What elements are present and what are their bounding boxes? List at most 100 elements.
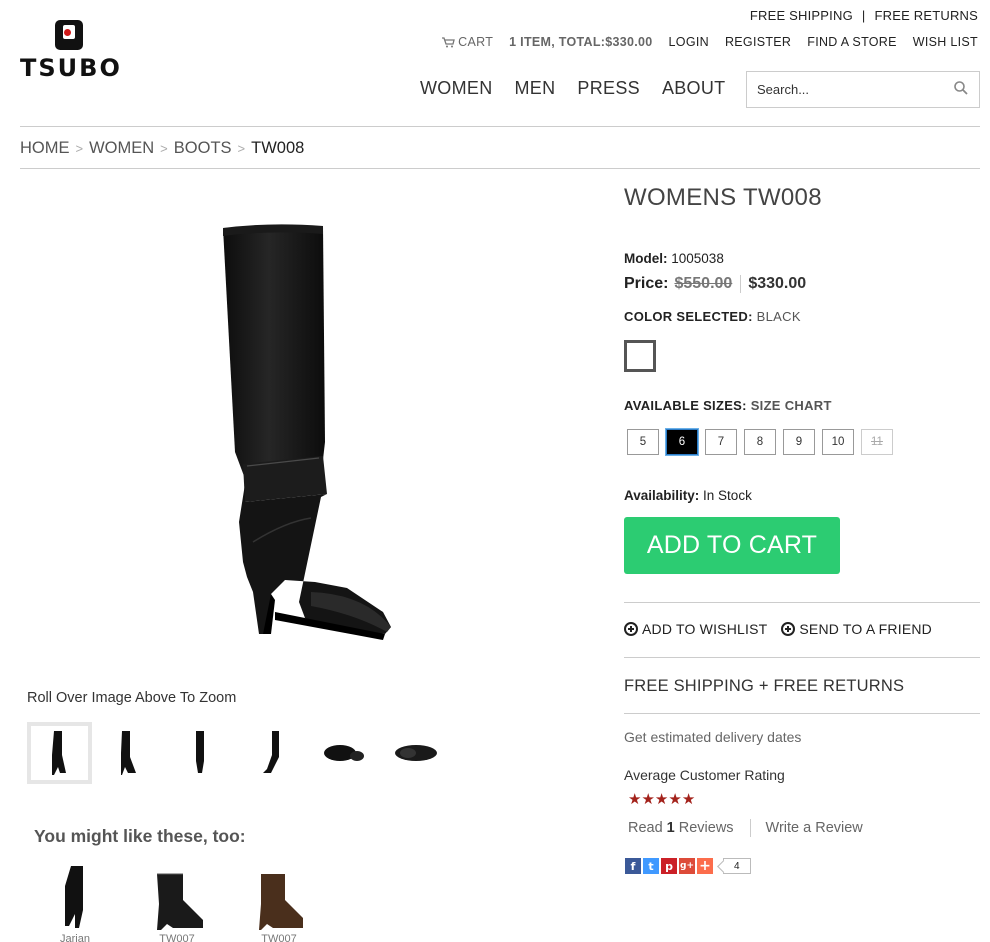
breadcrumb-boots[interactable]: BOOTS xyxy=(174,139,232,157)
size-option[interactable]: 9 xyxy=(783,429,815,455)
google-plus-icon[interactable]: g+ xyxy=(679,858,695,874)
breadcrumb-sep: > xyxy=(75,141,84,156)
product-actions: ADD TO WISHLIST SEND TO A FRIEND xyxy=(624,621,932,637)
sizes-label: AVAILABLE SIZES: xyxy=(624,398,747,413)
search-icon[interactable] xyxy=(953,80,969,96)
cart-label: CART xyxy=(458,35,494,49)
login-link[interactable]: LOGIN xyxy=(669,35,709,49)
star-icon: ★ xyxy=(681,791,696,808)
model-number: 1005038 xyxy=(671,251,724,266)
free-returns-link[interactable]: FREE RETURNS xyxy=(874,8,978,23)
availability-value: In Stock xyxy=(703,488,752,503)
plus-circle-icon xyxy=(624,622,638,636)
read-reviews-link[interactable]: Read 1 Reviews xyxy=(628,820,734,836)
nav-women[interactable]: WOMEN xyxy=(420,78,493,99)
brand-logo-text[interactable]: TSUBO xyxy=(20,54,122,82)
zoom-hint: Roll Over Image Above To Zoom xyxy=(27,690,237,706)
breadcrumb: HOME > WOMEN > BOOTS > TW008 xyxy=(20,139,304,158)
size-option-selected[interactable]: 6 xyxy=(666,429,698,455)
reviews-row: Read 1 Reviews Write a Review xyxy=(628,819,863,837)
recommend-item-name: TW007 xyxy=(261,933,297,942)
main-nav: WOMEN MEN PRESS ABOUT xyxy=(420,78,725,99)
social-share: f t p g+ + 4 xyxy=(625,858,751,874)
nav-press[interactable]: PRESS xyxy=(577,78,640,99)
color-swatch[interactable] xyxy=(624,340,656,372)
availability-line: Availability: In Stock xyxy=(624,488,752,503)
rating-label: Average Customer Rating xyxy=(624,767,785,783)
original-price: $550.00 xyxy=(674,275,742,293)
send-to-friend-link[interactable]: SEND TO A FRIEND xyxy=(781,621,932,637)
size-option-unavailable: 11 xyxy=(861,429,893,455)
breadcrumb-home[interactable]: HOME xyxy=(20,139,70,157)
divider xyxy=(624,713,980,714)
size-option[interactable]: 7 xyxy=(705,429,737,455)
model-line: Model: 1005038 xyxy=(624,251,724,266)
reviews-suffix: Reviews xyxy=(678,820,734,836)
thumbnail-inside[interactable] xyxy=(236,722,308,784)
breadcrumb-sep: > xyxy=(237,141,246,156)
divider xyxy=(20,126,980,127)
thumbnail-front[interactable] xyxy=(92,722,164,784)
recommend-item[interactable]: TW007 xyxy=(142,864,212,942)
star-icon: ★ xyxy=(654,791,669,808)
add-to-wishlist-label: ADD TO WISHLIST xyxy=(642,621,768,637)
breadcrumb-women[interactable]: WOMEN xyxy=(89,139,154,157)
nav-men[interactable]: MEN xyxy=(515,78,556,99)
divider xyxy=(624,602,980,603)
recommend-row: Jarian TW007 TW007 xyxy=(40,864,314,942)
recommend-item-image xyxy=(259,874,303,930)
price-line: Price: $550.00 $330.00 xyxy=(624,275,806,293)
shipping-returns-heading[interactable]: FREE SHIPPING + FREE RETURNS xyxy=(624,677,904,696)
add-to-cart-button[interactable]: ADD TO CART xyxy=(624,517,840,574)
size-option[interactable]: 5 xyxy=(627,429,659,455)
delivery-dates-link[interactable]: Get estimated delivery dates xyxy=(624,729,801,745)
cart-total[interactable]: 1 ITEM, TOTAL:$330.00 xyxy=(509,35,652,49)
wishlist-link[interactable]: WISH LIST xyxy=(913,35,978,49)
register-link[interactable]: REGISTER xyxy=(725,35,791,49)
size-option[interactable]: 8 xyxy=(744,429,776,455)
size-option[interactable]: 10 xyxy=(822,429,854,455)
thumbnail-top[interactable] xyxy=(308,722,380,784)
sale-price: $330.00 xyxy=(748,275,807,292)
recommend-item-name: Jarian xyxy=(60,933,90,942)
find-store-link[interactable]: FIND A STORE xyxy=(807,35,897,49)
recommend-item[interactable]: Jarian xyxy=(40,864,110,942)
cart-link[interactable]: CART xyxy=(442,35,493,49)
product-image-boot[interactable] xyxy=(215,222,395,647)
search-input[interactable] xyxy=(747,72,937,107)
free-shipping-link[interactable]: FREE SHIPPING xyxy=(750,8,853,23)
divider xyxy=(20,168,980,169)
reviews-count: 1 xyxy=(666,820,675,836)
twitter-icon[interactable]: t xyxy=(643,858,659,874)
model-label: Model: xyxy=(624,251,668,266)
color-line: COLOR SELECTED: BLACK xyxy=(624,309,801,324)
star-icon: ★ xyxy=(641,791,655,808)
product-title: WOMENS TW008 xyxy=(624,184,822,211)
share-plus-icon[interactable]: + xyxy=(697,858,713,874)
logo-dot xyxy=(64,29,71,36)
add-to-wishlist-link[interactable]: ADD TO WISHLIST xyxy=(624,621,767,637)
thumbnail-strip xyxy=(27,722,452,784)
promo-bar: FREE SHIPPING | FREE RETURNS xyxy=(750,8,978,23)
nav-about[interactable]: ABOUT xyxy=(662,78,726,99)
thumbnail-side[interactable] xyxy=(27,722,92,784)
divider xyxy=(749,819,751,837)
share-count: 4 xyxy=(723,858,751,874)
star-icon: ★ xyxy=(628,791,642,808)
divider xyxy=(624,657,980,658)
thumbnail-back[interactable] xyxy=(164,722,236,784)
star-icon: ★ xyxy=(668,791,682,808)
thumbnail-sole[interactable] xyxy=(380,722,452,784)
size-options: 5 6 7 8 9 10 11 xyxy=(627,429,893,455)
availability-label: Availability: xyxy=(624,488,700,503)
facebook-icon[interactable]: f xyxy=(625,858,641,874)
cart-icon xyxy=(442,36,455,47)
breadcrumb-sep: > xyxy=(160,141,168,156)
color-label: COLOR SELECTED: xyxy=(624,309,753,324)
breadcrumb-current: TW008 xyxy=(251,139,305,157)
size-chart-link[interactable]: SIZE CHART xyxy=(751,398,832,413)
recommend-item[interactable]: TW007 xyxy=(244,864,314,942)
pinterest-icon[interactable]: p xyxy=(661,858,677,874)
write-review-link[interactable]: Write a Review xyxy=(766,820,863,836)
utility-nav: CART 1 ITEM, TOTAL:$330.00 LOGIN REGISTE… xyxy=(442,35,978,49)
